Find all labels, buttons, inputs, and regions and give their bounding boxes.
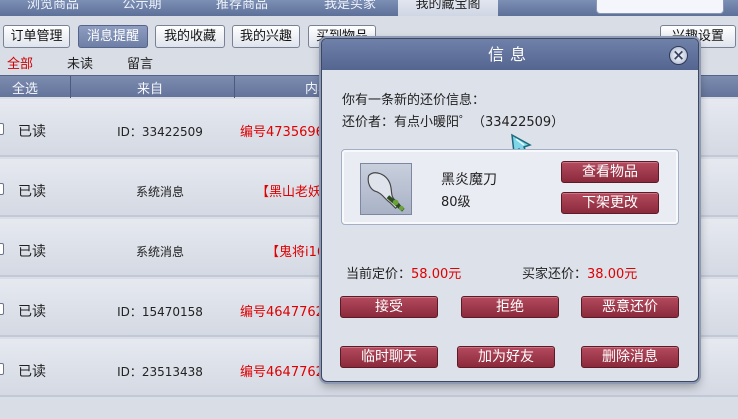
- row-from: ID：23513438: [117, 365, 203, 379]
- from-header: 来自: [137, 82, 164, 97]
- my-favorites-button[interactable]: 我的收藏: [155, 25, 225, 48]
- row-status: 已读: [18, 124, 46, 140]
- row-checkbox[interactable]: [0, 243, 4, 255]
- filter-all[interactable]: 全部: [7, 53, 33, 72]
- row-from: ID：33422509: [117, 125, 203, 139]
- item-card: 黑炎魔刀 80级 查看物品 下架更改: [341, 149, 679, 225]
- tab-browse[interactable]: 浏览商品: [18, 0, 88, 16]
- dialog-title: 信息: [322, 39, 698, 70]
- message-reminder-button[interactable]: 消息提醒: [78, 25, 148, 48]
- buyer-offer-value: 38.00元: [587, 267, 638, 282]
- buyer-offer: 买家还价：38.00元: [522, 263, 637, 282]
- add-friend-button[interactable]: 加为好友: [457, 346, 555, 368]
- dialog-message: 你有一条新的还价信息：: [342, 93, 486, 108]
- tab-my-treasure[interactable]: 我的藏宝阁: [398, 0, 498, 16]
- delist-edit-button[interactable]: 下架更改: [561, 192, 659, 214]
- tab-recommend[interactable]: 推荐商品: [202, 0, 282, 16]
- row-checkbox[interactable]: [0, 183, 4, 195]
- row-status: 已读: [18, 364, 46, 380]
- reject-button[interactable]: 拒绝: [461, 296, 559, 318]
- column-divider: [234, 76, 235, 98]
- filter-unread[interactable]: 未读: [67, 53, 93, 72]
- row-from: ID：15470158: [117, 305, 203, 319]
- search-input[interactable]: [596, 0, 724, 14]
- row-content[interactable]: 【鬼将i16: [266, 241, 325, 260]
- row-status: 已读: [18, 184, 46, 200]
- row-status: 已读: [18, 244, 46, 260]
- tab-public[interactable]: 公示期: [122, 0, 162, 16]
- current-price: 当前定价：58.00元: [346, 263, 461, 282]
- column-divider: [70, 76, 71, 98]
- row-status: 已读: [18, 304, 46, 320]
- current-price-label: 当前定价：: [346, 267, 412, 282]
- view-item-button[interactable]: 查看物品: [561, 161, 659, 183]
- accept-button[interactable]: 接受: [340, 296, 438, 318]
- order-management-button[interactable]: 订单管理: [3, 25, 70, 48]
- filter-comments[interactable]: 留言: [127, 53, 153, 72]
- tab-buyer[interactable]: 我是买家: [310, 0, 390, 16]
- current-price-value: 58.00元: [411, 267, 462, 282]
- row-checkbox[interactable]: [0, 303, 4, 315]
- bargainer-info: 还价者：有点小暖阳゜（33422509）: [342, 115, 565, 130]
- row-from: 系统消息: [135, 185, 184, 199]
- counter-offer-dialog: 信息 × 你有一条新的还价信息： 还价者：有点小暖阳゜（33422509） 黑炎…: [321, 38, 699, 382]
- item-level: 80级: [441, 195, 471, 210]
- my-interests-button[interactable]: 我的兴趣: [232, 25, 300, 48]
- item-name: 黑炎魔刀: [441, 172, 497, 188]
- select-all-header[interactable]: 全选: [12, 78, 38, 97]
- row-from: 系统消息: [135, 245, 184, 259]
- top-nav: 浏览商品 公示期 推荐商品 我是买家 我的藏宝阁: [0, 0, 738, 16]
- row-checkbox[interactable]: [0, 123, 4, 135]
- close-icon[interactable]: ×: [669, 46, 688, 65]
- blade-icon[interactable]: [360, 163, 412, 215]
- row-content[interactable]: 【黑山老妖: [256, 181, 321, 200]
- buyer-offer-label: 买家还价：: [522, 267, 588, 282]
- temp-chat-button[interactable]: 临时聊天: [340, 346, 438, 368]
- delete-message-button[interactable]: 删除消息: [581, 346, 679, 368]
- row-checkbox[interactable]: [0, 363, 4, 375]
- malicious-offer-button[interactable]: 恶意还价: [581, 296, 679, 318]
